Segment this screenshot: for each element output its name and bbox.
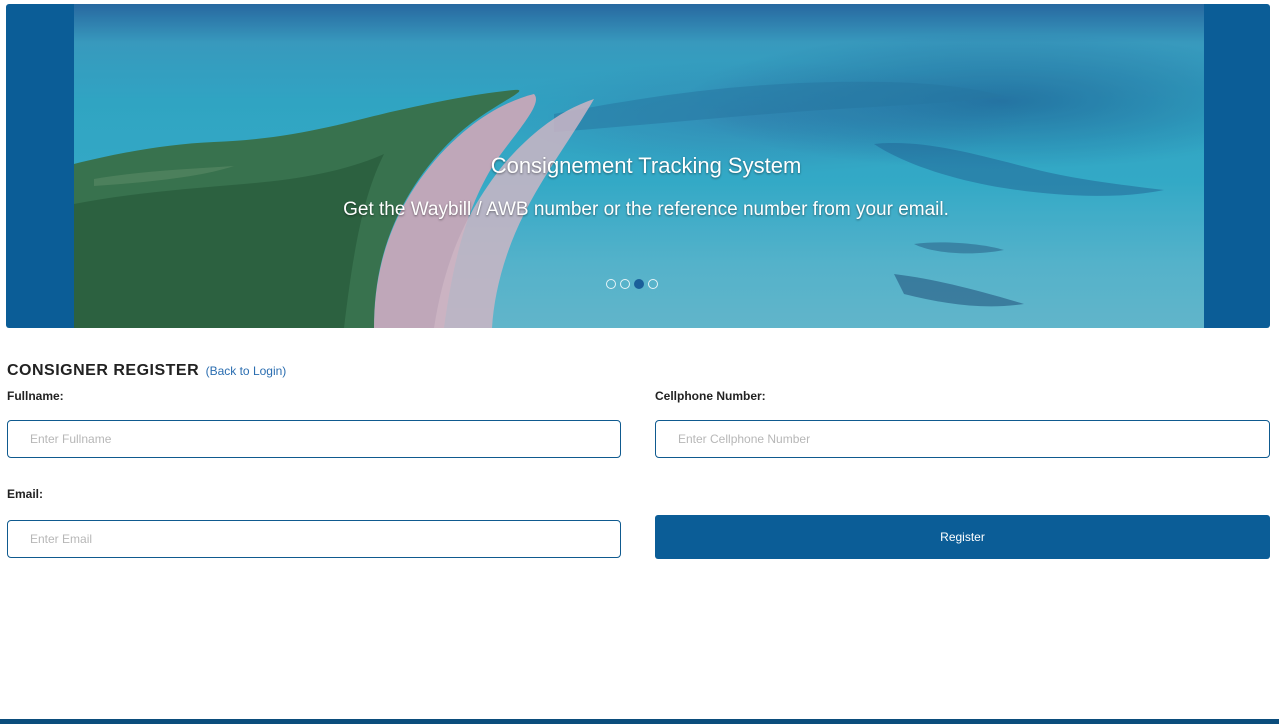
footer-strip (0, 719, 1279, 724)
register-button[interactable]: Register (655, 515, 1270, 559)
carousel-indicator-1[interactable] (606, 279, 616, 289)
carousel-text: Get the Waybill / AWB number or the refe… (343, 199, 949, 220)
email-input[interactable] (7, 520, 621, 558)
back-to-login-link[interactable]: (Back to Login) (206, 364, 287, 378)
carousel-indicator-2[interactable] (620, 279, 630, 289)
fullname-input[interactable] (7, 420, 621, 458)
carousel-indicator-3[interactable] (634, 279, 644, 289)
cellphone-label: Cellphone Number: (655, 389, 766, 403)
form-title: CONSIGNER REGISTER (7, 362, 200, 379)
email-label: Email: (7, 487, 44, 501)
fullname-label: Fullname: (7, 389, 64, 403)
hero-carousel: Consignement Tracking System Get the Way… (6, 4, 1270, 328)
carousel-indicator-4[interactable] (648, 279, 658, 289)
carousel-indicators (606, 277, 676, 291)
carousel-title: Consignement Tracking System (490, 153, 802, 178)
cellphone-input[interactable] (655, 420, 1270, 458)
form-heading: CONSIGNER REGISTER (Back to Login) (7, 362, 286, 382)
